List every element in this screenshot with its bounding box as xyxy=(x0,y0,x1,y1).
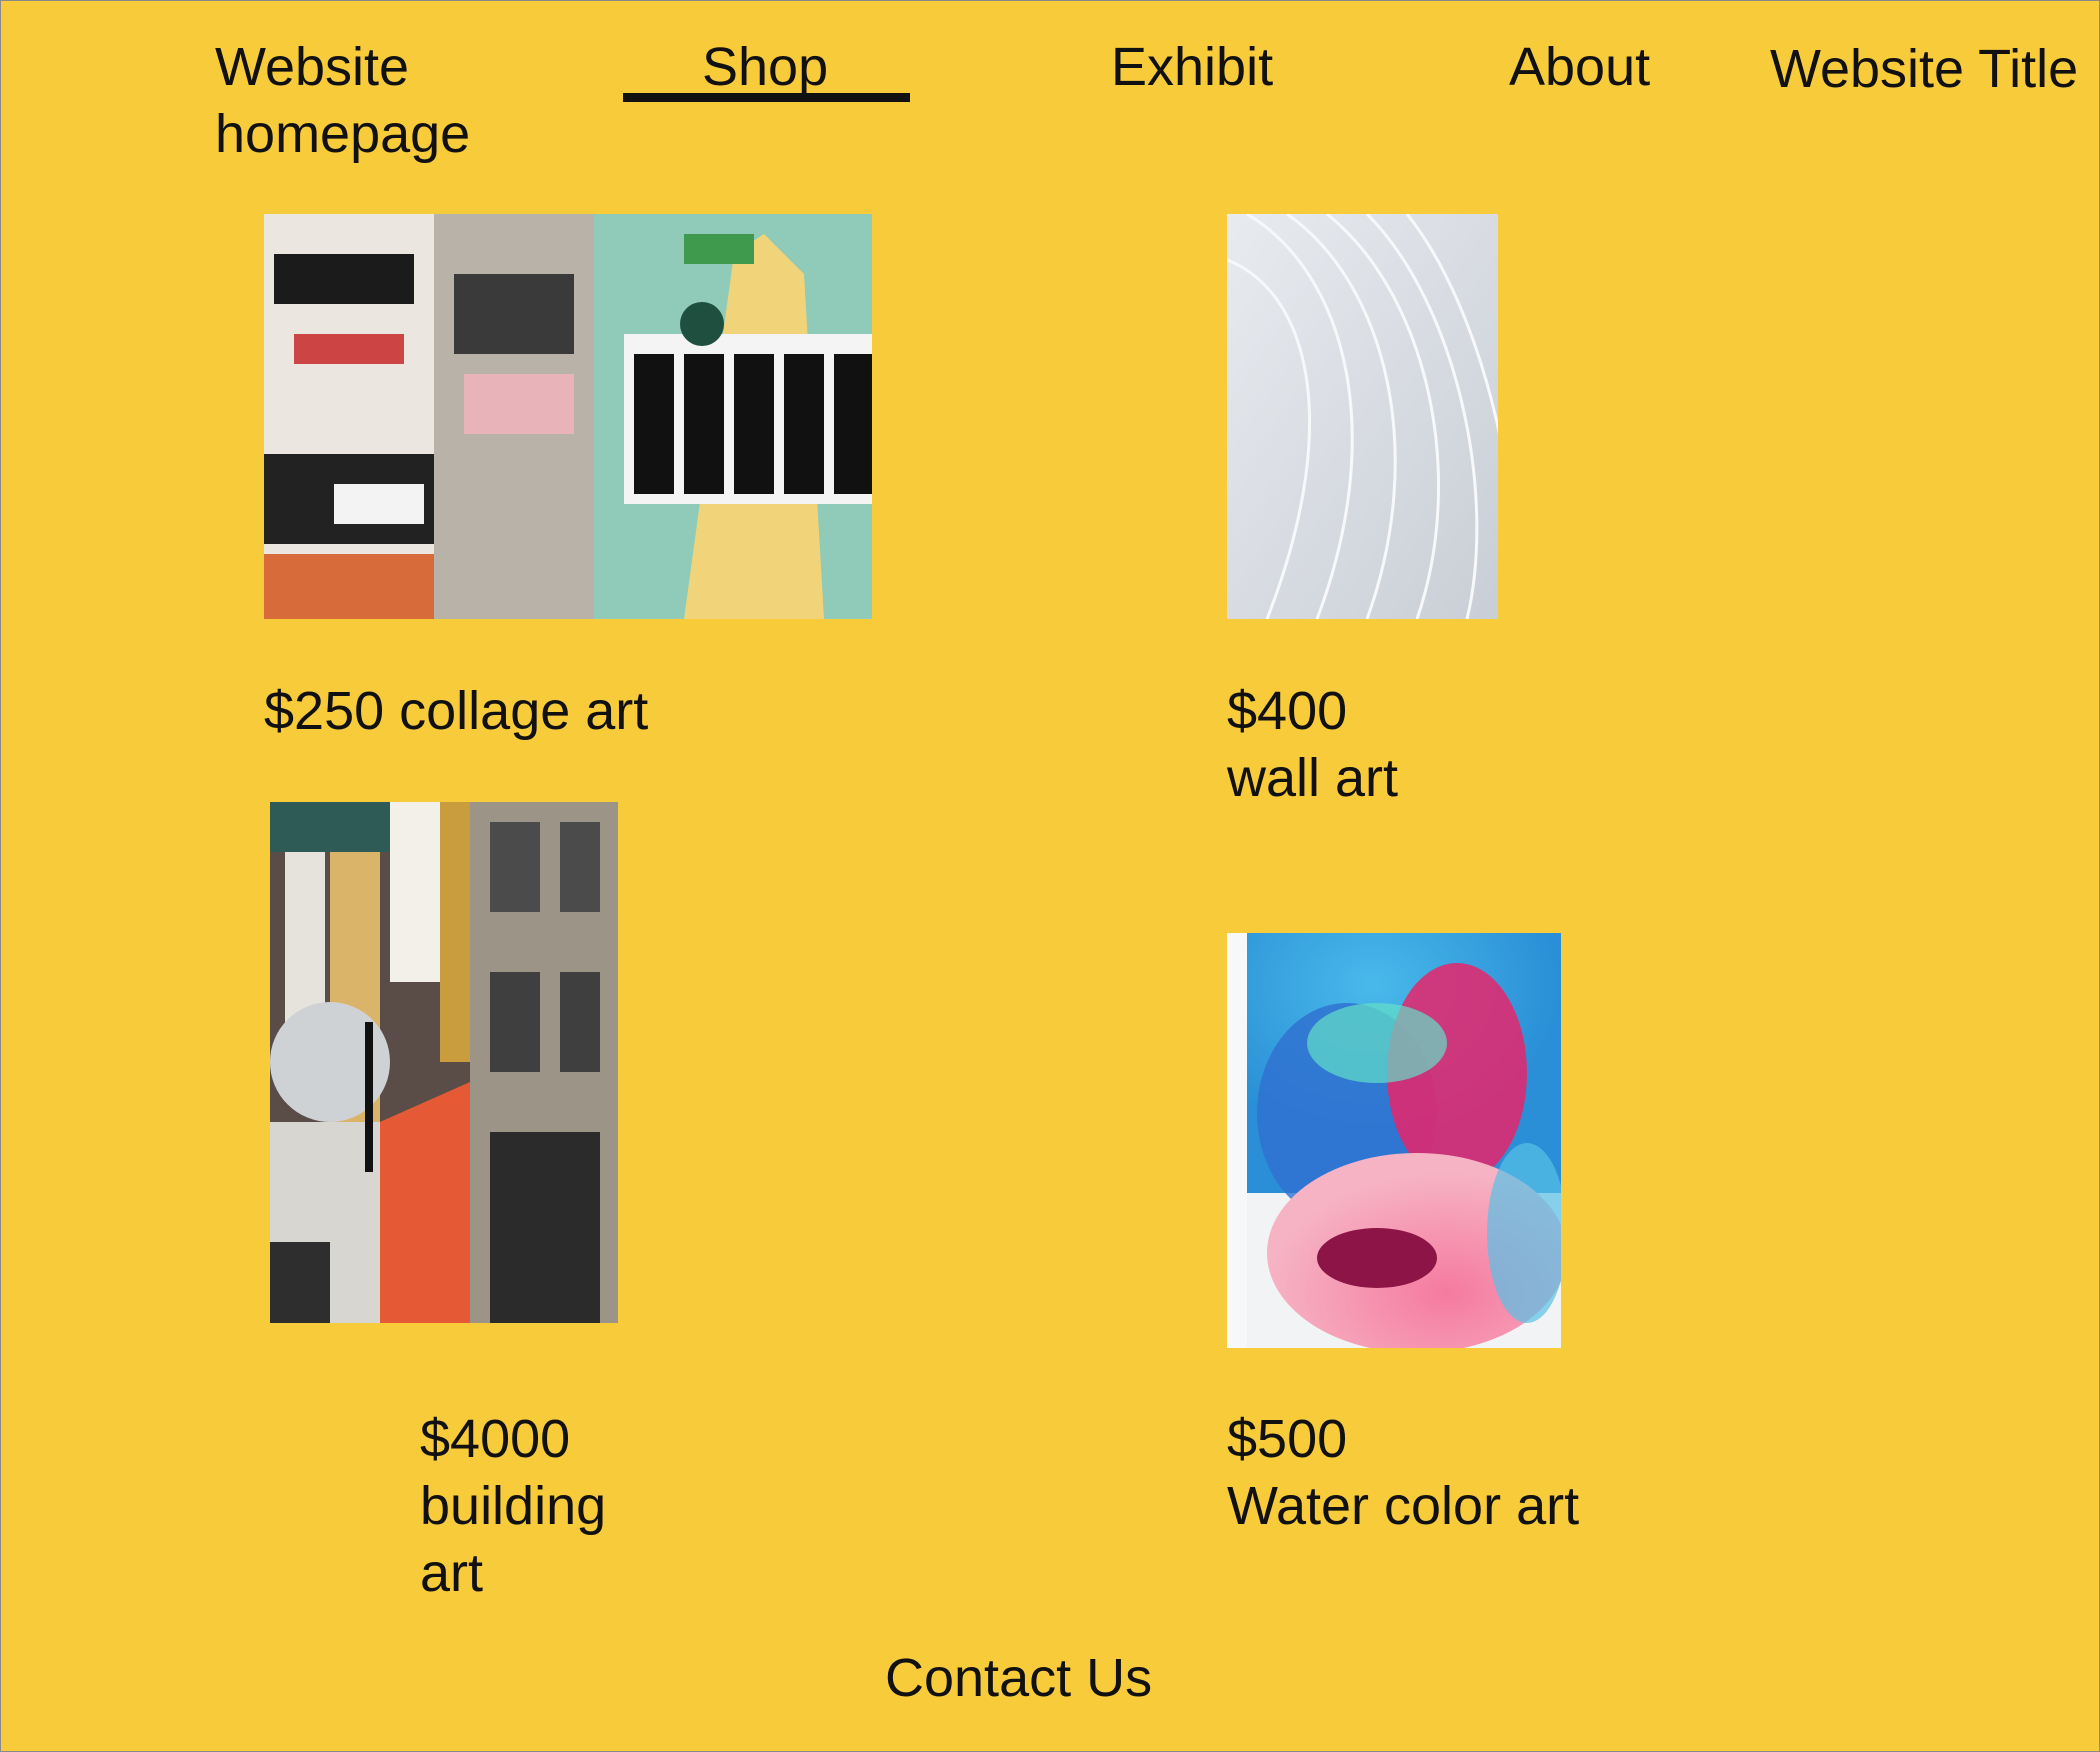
nav-about[interactable]: About xyxy=(1509,34,1650,101)
site-title: Website Title xyxy=(1770,39,2079,99)
nav-shop[interactable]: Shop xyxy=(702,34,828,101)
building-art-image[interactable] xyxy=(270,802,618,1323)
product-price-watercolor: $500 Water color art xyxy=(1227,1409,1580,1536)
wall-art-image[interactable] xyxy=(1227,214,1498,619)
contact-us-link[interactable]: Contact Us xyxy=(885,1645,1152,1712)
product-price-wall-art: $400 wall art xyxy=(1227,681,1399,808)
product-price-collage: $250 collage art xyxy=(264,681,649,741)
active-tab-underline xyxy=(623,93,910,102)
nav-exhibit[interactable]: Exhibit xyxy=(1111,34,1273,101)
homepage-link[interactable]: Website homepage xyxy=(215,34,470,168)
watercolor-art-image[interactable] xyxy=(1227,933,1561,1348)
product-price-building-art: $4000 building art xyxy=(420,1409,607,1603)
collage-art-image[interactable] xyxy=(264,214,872,619)
